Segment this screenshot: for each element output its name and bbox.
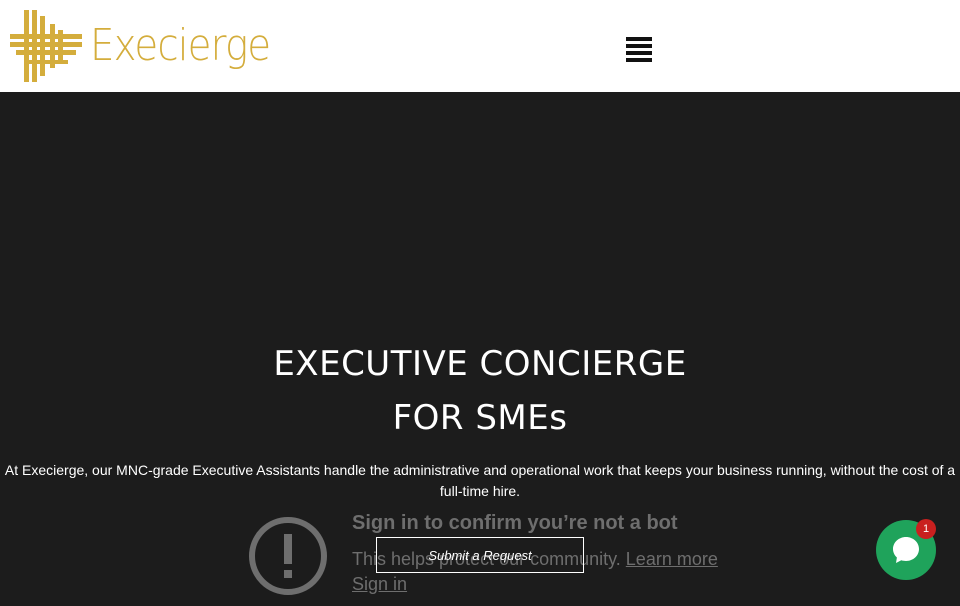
logo[interactable]: Execierge xyxy=(10,10,295,82)
chat-button[interactable]: 1 xyxy=(876,519,936,580)
site-header: Execierge xyxy=(0,0,960,92)
hero-description: At Execierge, our MNC-grade Executive As… xyxy=(4,462,956,499)
chat-bubble-icon xyxy=(893,537,919,563)
chat-notification-badge: 1 xyxy=(916,519,936,539)
submit-request-button[interactable]: Submit a Request xyxy=(376,537,584,573)
sign-in-link[interactable]: Sign in xyxy=(352,574,407,595)
hero-section: EXECUTIVE CONCIERGE FOR SMEs At Execierg… xyxy=(0,92,960,600)
hero-title-line2: FOR SMEs xyxy=(392,398,568,438)
hero-title: EXECUTIVE CONCIERGE FOR SMEs xyxy=(0,337,960,445)
hamburger-icon xyxy=(626,37,652,62)
logo-text: Execierge xyxy=(90,20,271,71)
hero-title-line1: EXECUTIVE CONCIERGE xyxy=(273,344,687,384)
bot-check-title: Sign in to confirm you’re not a bot xyxy=(352,512,678,534)
learn-more-link[interactable]: Learn more xyxy=(626,549,718,569)
alert-circle-icon xyxy=(249,517,327,595)
logo-mark-icon xyxy=(10,10,82,82)
menu-toggle-button[interactable] xyxy=(626,37,652,63)
